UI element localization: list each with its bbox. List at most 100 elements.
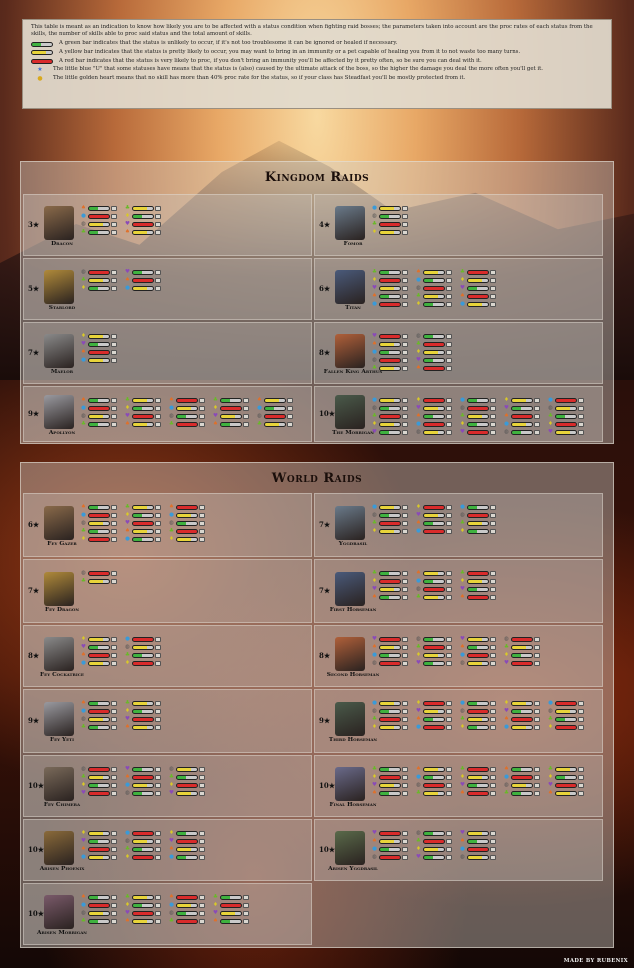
shock-status-icon: ♦: [460, 578, 465, 584]
likelihood-bar: [423, 846, 445, 852]
likelihood-bar: [511, 716, 533, 722]
boss-portrait-icon: [44, 206, 74, 240]
likelihood-bar: [379, 790, 401, 796]
likelihood-bar: [88, 708, 110, 714]
status-indicator: ●: [168, 405, 205, 411]
likelihood-bar: [379, 405, 401, 411]
poison-status-icon: ♣: [169, 774, 174, 780]
status-indicator: ●: [371, 504, 408, 510]
likelihood-bar: [88, 421, 110, 427]
likelihood-bar: [264, 421, 286, 427]
likelihood-bar: [88, 512, 110, 518]
status-mark-icon: [243, 421, 249, 427]
status-indicator: ♠: [124, 277, 161, 283]
status-indicator: ◍: [415, 782, 452, 788]
status-mark-icon: [446, 716, 452, 722]
likelihood-bar: [88, 269, 110, 275]
poison-status-icon: ♣: [169, 918, 174, 924]
status-mark-icon: [402, 830, 408, 836]
status-mark-icon: [287, 397, 293, 403]
likelihood-bar: [555, 429, 577, 435]
poison-status-icon: ♣: [460, 570, 465, 576]
status-mark-icon: [287, 413, 293, 419]
stun-status-icon: ◍: [257, 413, 262, 419]
status-indicator: ♣: [547, 766, 584, 772]
freeze-status-icon: ●: [372, 700, 377, 706]
status-indicator: ◍: [415, 333, 452, 339]
status-indicator: ♣: [371, 221, 408, 227]
poison-status-icon: ♣: [169, 528, 174, 534]
status-mark-icon: [490, 700, 496, 706]
status-mark-icon: [446, 724, 452, 730]
status-mark-icon: [446, 586, 452, 592]
curse-status-icon: ♥: [548, 429, 553, 435]
fire-status-icon: ♠: [416, 570, 421, 576]
likelihood-bar: [88, 854, 110, 860]
status-indicator: ●: [503, 724, 540, 730]
status-indicator: ♦: [371, 229, 408, 235]
status-indicator: ◍: [80, 269, 117, 275]
poison-status-icon: ♣: [125, 700, 130, 706]
shock-status-icon: ♦: [548, 774, 553, 780]
poison-status-icon: ♣: [372, 413, 377, 419]
likelihood-bar: [132, 910, 154, 916]
likelihood-bar: [467, 285, 489, 291]
status-indicator: ◍: [415, 285, 452, 291]
status-indicator: ♣: [124, 846, 161, 852]
curse-status-icon: ♥: [460, 429, 465, 435]
curse-status-icon: ♥: [125, 520, 130, 526]
status-indicator: ♣: [212, 397, 249, 403]
likelihood-bar: [379, 504, 401, 510]
status-mark-icon: [490, 512, 496, 518]
likelihood-bar: [176, 413, 198, 419]
world-boss-card: 10★ Arisen Yggdrasil ♥ ♠ ● ◍ ◍ ♣ ♦ ♥ ♥ ♠ ● ◍: [314, 819, 603, 881]
status-indicator: ●: [124, 636, 161, 642]
status-mark-icon: [446, 766, 452, 772]
freeze-status-icon: ●: [460, 846, 465, 852]
status-mark-icon: [199, 782, 205, 788]
status-indicator: ◍: [415, 429, 452, 435]
status-indicator: ♦: [415, 700, 452, 706]
poison-status-icon: ♣: [125, 504, 130, 510]
status-indicator: ♥: [503, 405, 540, 411]
status-mark-icon: [446, 578, 452, 584]
likelihood-bar: [423, 830, 445, 836]
boss-star-rating: 10★: [28, 781, 45, 790]
likelihood-bar: [423, 405, 445, 411]
status-mark-icon: [155, 644, 161, 650]
status-mark-icon: [402, 213, 408, 219]
status-indicator: ●: [415, 277, 452, 283]
status-indicator: ●: [459, 504, 496, 510]
status-indicator: ♥: [124, 910, 161, 916]
status-mark-icon: [155, 504, 161, 510]
likelihood-bar: [555, 405, 577, 411]
status-indicator: ♣: [80, 578, 117, 584]
status-indicator: ♦: [80, 536, 117, 542]
status-indicator: ♠: [168, 846, 205, 852]
status-mark-icon: [534, 700, 540, 706]
stun-status-icon: ◍: [81, 221, 86, 227]
likelihood-bar: [379, 301, 401, 307]
freeze-status-icon: ●: [81, 708, 86, 714]
shock-status-icon: ♦: [504, 652, 509, 658]
fire-status-icon: ♠: [372, 341, 377, 347]
status-indicator: ♥: [168, 790, 205, 796]
likelihood-bar: [467, 301, 489, 307]
stun-status-icon: ◍: [416, 636, 421, 642]
likelihood-bar: [467, 570, 489, 576]
status-mark-icon: [446, 341, 452, 347]
poison-status-icon: ♣: [416, 790, 421, 796]
likelihood-bar: [132, 520, 154, 526]
status-mark-icon: [111, 413, 117, 419]
curse-status-icon: ♥: [125, 413, 130, 419]
status-indicator: ♣: [371, 716, 408, 722]
likelihood-bar: [467, 528, 489, 534]
credit-text: MADE BY RUBENIX: [563, 958, 628, 964]
poison-status-icon: ♣: [504, 644, 509, 650]
status-indicator: ♠: [80, 349, 117, 355]
likelihood-bar: [176, 504, 198, 510]
likelihood-bar: [132, 636, 154, 642]
freeze-status-icon: ●: [125, 830, 130, 836]
status-mark-icon: [446, 277, 452, 283]
likelihood-bar: [467, 830, 489, 836]
